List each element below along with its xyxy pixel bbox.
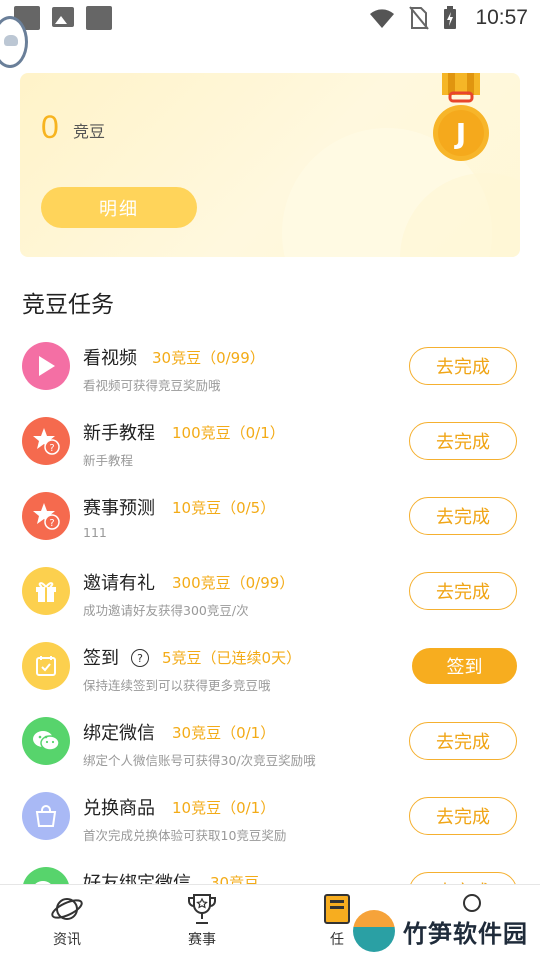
balance-amount: 0 [41, 109, 59, 145]
complete-button[interactable]: 去完成 [409, 797, 517, 835]
complete-button[interactable]: 去完成 [409, 722, 517, 760]
task-name: 签到 [83, 648, 119, 669]
complete-button[interactable]: 去完成 [409, 347, 517, 385]
wifi-icon [370, 9, 395, 28]
svg-text:?: ? [49, 518, 54, 529]
task-name: 赛事预测 [83, 498, 155, 519]
wechat-icon [22, 717, 70, 765]
task-name: 新手教程 [83, 423, 155, 444]
task-name: 兑换商品 [83, 798, 155, 819]
tab-news[interactable]: 资讯 [27, 891, 107, 955]
task-list-icon [324, 894, 350, 924]
image-notification-icon [52, 7, 74, 27]
task-reward: 10竞豆（0/5） [172, 499, 276, 517]
task-reward: 10竞豆（0/1） [172, 799, 276, 817]
trophy-icon [188, 894, 216, 924]
task-reward: 300竞豆（0/99） [172, 574, 295, 592]
task-reward: 30竞豆（0/1） [172, 724, 276, 742]
balance-card: 0 竞豆 明细 J [20, 73, 520, 257]
status-bar: 10:57 [0, 0, 540, 36]
complete-button[interactable]: 去完成 [409, 422, 517, 460]
no-sim-icon [409, 6, 430, 30]
list-item: 兑换商品 10竞豆（0/1） 首次完成兑换体验可获取10竞豆奖励 去完成 [0, 792, 540, 867]
task-description: 首次完成兑换体验可获取10竞豆奖励 [83, 828, 287, 843]
battery-charging-icon [444, 6, 457, 29]
tab-matches[interactable]: 赛事 [162, 891, 242, 955]
task-description: 成功邀请好友获得300竞豆/次 [83, 603, 249, 618]
tab-label: 资讯 [53, 932, 81, 948]
list-item: 签到 ? 5竞豆（已连续0天） 保持连续签到可以获得更多竞豆哦 签到 [0, 642, 540, 717]
svg-text:J: J [454, 117, 466, 150]
task-description: 看视频可获得竞豆奖励哦 [83, 378, 221, 393]
play-icon [22, 342, 70, 390]
svg-text:?: ? [49, 443, 54, 454]
shopping-bag-icon [22, 792, 70, 840]
sign-in-button[interactable]: 签到 [412, 648, 517, 684]
square-notification-icon [86, 6, 112, 30]
planet-icon [51, 898, 83, 920]
complete-button[interactable]: 去完成 [409, 572, 517, 610]
task-description: 新手教程 [83, 453, 134, 468]
task-reward: 30竞豆（0/99） [152, 349, 265, 367]
watermark-text: 竹笋软件园 [403, 919, 528, 948]
gift-icon [22, 567, 70, 615]
help-icon[interactable]: ? [131, 649, 149, 667]
star-question-icon: ? [22, 492, 70, 540]
list-item: 绑定微信 30竞豆（0/1） 绑定个人微信账号可获得30/次竞豆奖励哦 去完成 [0, 717, 540, 792]
star-question-icon: ? [22, 417, 70, 465]
watermark: 竹笋软件园 [353, 910, 528, 952]
complete-button[interactable]: 去完成 [409, 497, 517, 535]
clock-time: 10:57 [475, 6, 528, 29]
detail-button[interactable]: 明细 [41, 187, 197, 228]
task-description: 绑定个人微信账号可获得30/次竞豆奖励哦 [83, 753, 316, 768]
task-name: 邀请有礼 [83, 573, 155, 594]
section-title: 竞豆任务 [22, 292, 114, 318]
list-item: ? 新手教程 100竞豆（0/1） 新手教程 去完成 [0, 417, 540, 492]
medal-icon: J [433, 73, 489, 161]
task-name: 绑定微信 [83, 723, 155, 744]
tab-label: 赛事 [188, 932, 216, 948]
task-reward: 100竞豆（0/1） [172, 424, 285, 442]
task-reward: 5竞豆（已连续0天） [162, 649, 302, 667]
balance-unit: 竞豆 [73, 122, 106, 141]
watermark-logo-icon [353, 910, 395, 952]
list-item: 邀请有礼 300竞豆（0/99） 成功邀请好友获得300竞豆/次 去完成 [0, 567, 540, 642]
list-item: 看视频 30竞豆（0/99） 看视频可获得竞豆奖励哦 去完成 [0, 342, 540, 417]
task-description: 111 [83, 525, 107, 540]
task-name: 看视频 [83, 348, 137, 369]
list-item: ? 赛事预测 10竞豆（0/5） 111 去完成 [0, 492, 540, 567]
calendar-check-icon [22, 642, 70, 690]
tab-label: 任 [330, 932, 344, 948]
task-description: 保持连续签到可以获得更多竞豆哦 [83, 678, 271, 693]
